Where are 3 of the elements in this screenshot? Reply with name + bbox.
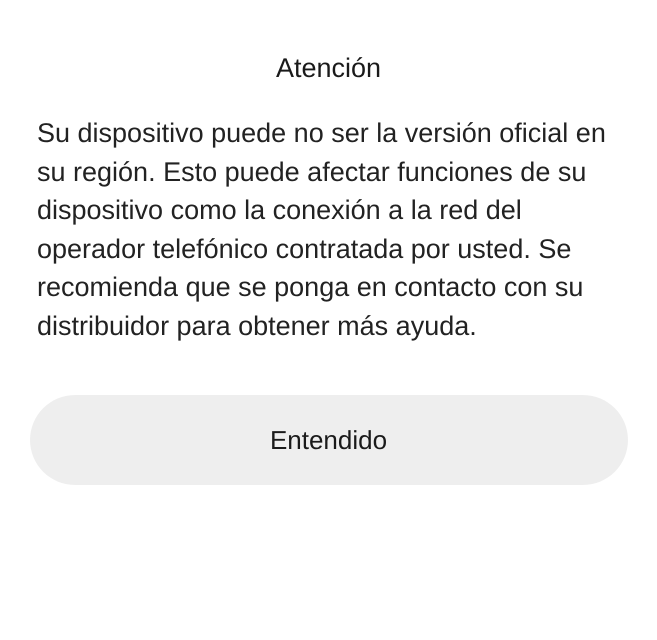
dialog-button[interactable]: Entendido bbox=[30, 395, 628, 485]
dialog-title: Atención bbox=[276, 52, 382, 85]
dialog-message: Su dispositivo puede no ser la versión oficial en su región. Esto puede afectar funciones de su dispositivo como la conexión a la red del operador telefónico contratada por usted. Se recomienda que se ponga en contacto con su distribuidor para obtener más ayuda. bbox=[37, 117, 607, 343]
